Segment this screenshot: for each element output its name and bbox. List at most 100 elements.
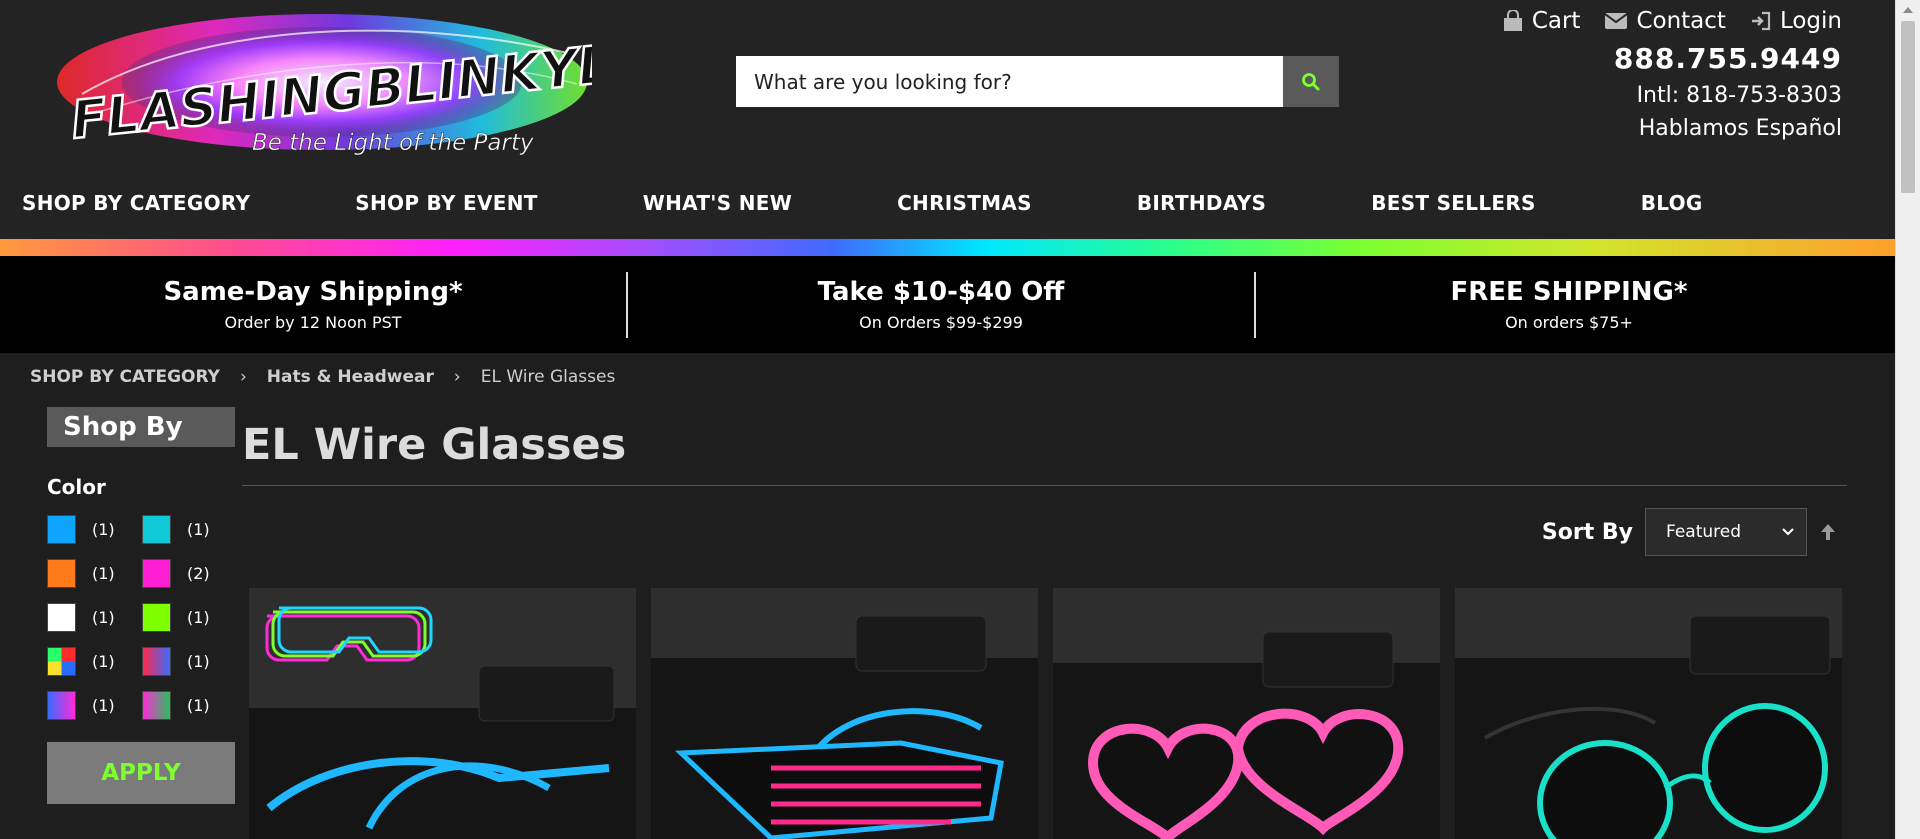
swatch-red-blue[interactable]: (1) [142,647,237,676]
breadcrumb-hats[interactable]: Hats & Headwear [267,367,434,387]
swatch-count: (1) [187,696,210,715]
swatch-count: (1) [92,564,115,583]
breadcrumb: SHOP BY CATEGORY › Hats & Headwear › EL … [30,367,615,387]
breadcrumb-current: EL Wire Glasses [480,367,616,387]
phone-number[interactable]: 888.755.9449 [1502,42,1842,75]
swatch-count: (1) [187,652,210,671]
swatch-color [142,647,171,676]
search-icon [1302,72,1320,90]
product-image [651,588,1038,839]
swatch-color [142,603,171,632]
swatch-pink[interactable]: (2) [142,559,237,588]
swatch-count: (1) [92,608,115,627]
product-card[interactable] [1053,588,1440,839]
swatch-color [142,515,171,544]
swatch-count: (1) [92,652,115,671]
nav-birthdays[interactable]: BIRTHDAYS [1137,191,1266,215]
breadcrumb-category[interactable]: SHOP BY CATEGORY [30,367,220,387]
swatch-count: (1) [92,520,115,539]
promo-subtitle: Order by 12 Noon PST [224,313,402,332]
spanish-support: Hablamos Español [1638,116,1842,141]
contact-label: Contact [1636,8,1726,34]
product-image [249,588,636,839]
nav-shop-by-category[interactable]: SHOP BY CATEGORY [22,191,250,215]
search-bar [736,56,1339,107]
product-card[interactable] [651,588,1038,839]
shopping-bag-icon [1503,10,1522,31]
site-logo[interactable]: FLASHINGBLINKYLIGHTS Be the Light of the… [52,4,592,158]
product-grid [249,588,1842,839]
shop-by-heading: Shop By [47,407,235,447]
swatch-color [142,691,171,720]
swatch-pink-green[interactable]: (1) [142,691,237,720]
title-divider [242,485,1847,486]
swatch-white[interactable]: (1) [47,603,142,632]
page-title: EL Wire Glasses [242,420,627,470]
product-image [1053,588,1440,839]
swatch-count: (1) [92,696,115,715]
promo-title: Same-Day Shipping* [163,277,463,307]
product-image [1455,588,1842,839]
header-contact-block: Cart Contact Login 888.755.9449 Intl: 81… [1502,4,1842,141]
color-filter-label: Color [47,475,106,499]
swatch-color [47,559,76,588]
swatch-color [47,647,76,676]
sign-in-icon [1751,11,1771,31]
swatch-orange[interactable]: (1) [47,559,142,588]
product-card[interactable] [1455,588,1842,839]
swatch-blue[interactable]: (1) [47,515,142,544]
page: FLASHINGBLINKYLIGHTS Be the Light of the… [0,0,1895,839]
sort-select[interactable]: Featured [1645,508,1807,556]
promo-subtitle: On Orders $99-$299 [859,313,1023,332]
swatch-teal[interactable]: (1) [142,515,237,544]
nav-shop-by-event[interactable]: SHOP BY EVENT [355,191,537,215]
promo-discount[interactable]: Take $10-$40 Off On Orders $99-$299 [628,256,1254,353]
promo-title: Take $10-$40 Off [817,277,1065,307]
chevron-down-icon [1782,528,1794,536]
promo-same-day-shipping[interactable]: Same-Day Shipping* Order by 12 Noon PST [0,256,626,353]
rainbow-divider [0,239,1895,256]
login-link[interactable]: Login [1750,8,1842,34]
intl-phone[interactable]: Intl: 818-753-8303 [1502,83,1842,108]
contact-link[interactable]: Contact [1604,8,1726,34]
nav-blog[interactable]: BLOG [1641,191,1703,215]
promo-strip: Same-Day Shipping* Order by 12 Noon PST … [0,256,1895,353]
chevron-right-icon: › [453,367,461,387]
swatch-color [47,603,76,632]
nav-best-sellers[interactable]: BEST SELLERS [1371,191,1536,215]
swatch-count: (1) [187,608,210,627]
chevron-right-icon: › [239,367,247,387]
swatch-multicolor[interactable]: (1) [47,647,142,676]
product-card[interactable] [249,588,636,839]
sort-controls: Sort By Featured [1542,508,1837,556]
site-header: FLASHINGBLINKYLIGHTS Be the Light of the… [0,0,1895,167]
swatch-blue-pink[interactable]: (1) [47,691,142,720]
promo-free-shipping[interactable]: FREE SHIPPING* On orders $75+ [1256,256,1882,353]
swatch-green[interactable]: (1) [142,603,237,632]
scrollbar-thumb[interactable] [1901,21,1915,193]
logo-tagline: Be the Light of the Party [252,130,534,156]
scroll-up-arrow-icon[interactable] [1896,0,1920,20]
search-input[interactable] [736,56,1283,107]
swatch-count: (2) [187,564,210,583]
cart-label: Cart [1531,8,1581,34]
vertical-scrollbar[interactable] [1895,0,1920,839]
envelope-icon [1604,13,1629,29]
search-button[interactable] [1283,56,1339,107]
nav-christmas[interactable]: CHRISTMAS [897,191,1032,215]
swatch-color [142,559,171,588]
swatch-color [47,515,76,544]
swatch-color [47,691,76,720]
promo-title: FREE SHIPPING* [1450,277,1688,307]
promo-subtitle: On orders $75+ [1505,313,1633,332]
apply-filters-button[interactable]: APPLY [47,742,235,804]
sort-value: Featured [1666,522,1742,542]
nav-whats-new[interactable]: WHAT'S NEW [643,191,792,215]
login-label: Login [1779,8,1842,34]
sort-label: Sort By [1541,519,1633,545]
cart-link[interactable]: Cart [1502,8,1581,34]
sort-direction-icon[interactable] [1819,522,1837,542]
color-swatches: (1) (1) (1) (2) (1) (1) (1) (1) (1) (1) [47,515,237,720]
swatch-count: (1) [187,520,210,539]
main-nav: SHOP BY CATEGORY SHOP BY EVENT WHAT'S NE… [0,167,1895,239]
